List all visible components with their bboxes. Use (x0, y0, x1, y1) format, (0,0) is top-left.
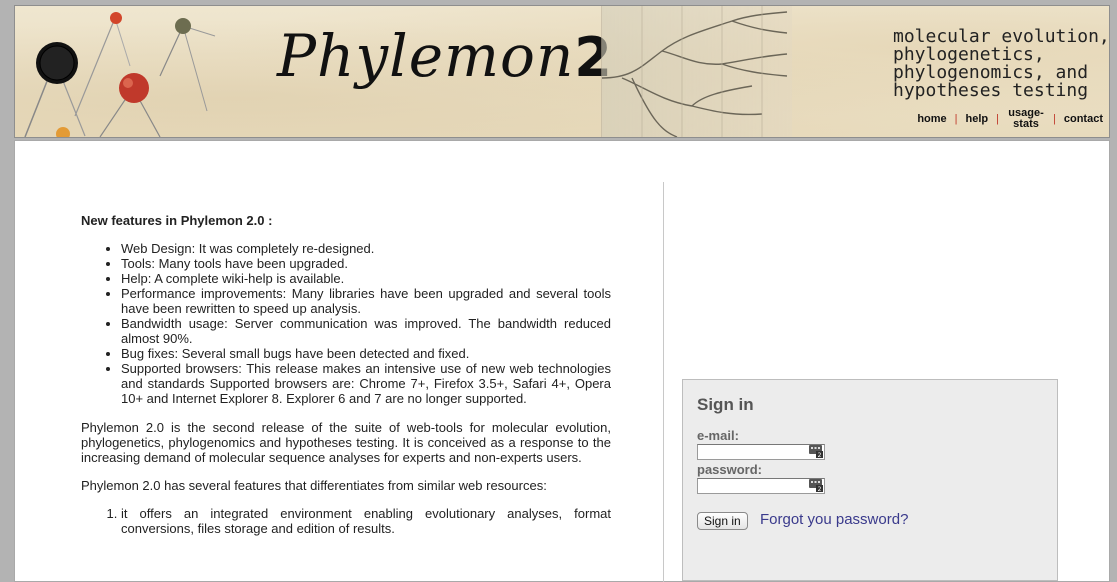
ordered-list-item: it offers an integrated environment enab… (121, 506, 611, 536)
signin-title: Sign in (697, 395, 754, 414)
tagline-line: hypotheses testing (893, 80, 1089, 101)
nav-usage-stats-link[interactable]: usage-stats (1007, 108, 1045, 130)
phylogenetic-tree-illustration (601, 6, 792, 137)
email-field[interactable] (697, 444, 825, 460)
logo-text: Phylemon (277, 22, 575, 90)
feature-item: Bandwidth usage: Server communication wa… (121, 316, 611, 346)
nav-contact-link[interactable]: contact (1064, 113, 1103, 125)
top-navigation: home | help | usage-stats | contact (917, 108, 1103, 130)
feature-item: Bug fixes: Several small bugs have been … (121, 346, 611, 361)
nav-help-link[interactable]: help (966, 113, 989, 125)
forgot-password-link[interactable]: Forgot you password? (760, 511, 908, 528)
nav-home-link[interactable]: home (917, 113, 946, 125)
site-tagline: molecular evolution, phylogenetics, phyl… (893, 28, 1109, 101)
password-label: password: (697, 462, 763, 477)
svg-text:2: 2 (818, 486, 822, 492)
site-logo[interactable]: Phylemon2 (277, 22, 613, 90)
nav-separator: | (996, 113, 1000, 125)
signin-panel: Sign in e-mail: 2 password: 2 Sign in Fo… (682, 379, 1058, 581)
email-label: e-mail: (697, 428, 739, 443)
intro-paragraph: Phylemon 2.0 is the second release of th… (81, 420, 611, 465)
password-manager-key-icon[interactable]: 2 (808, 478, 824, 493)
svg-text:2: 2 (818, 452, 822, 458)
feature-item: Web Design: It was completely re-designe… (121, 241, 611, 256)
column-divider (663, 182, 664, 582)
news-article: New features in Phylemon 2.0 : Web Desig… (81, 213, 611, 536)
main-content: New features in Phylemon 2.0 : Web Desig… (14, 140, 1110, 582)
feature-item: Supported browsers: This release makes a… (121, 361, 611, 406)
password-field[interactable] (697, 478, 825, 494)
nav-separator: | (954, 113, 958, 125)
nav-separator: | (1053, 113, 1056, 125)
features-intro-paragraph: Phylemon 2.0 has several features that d… (81, 478, 547, 493)
features-list: Web Design: It was completely re-designe… (81, 241, 611, 406)
features-ordered-list: it offers an integrated environment enab… (81, 506, 611, 536)
feature-item: Help: A complete wiki-help is available. (121, 271, 611, 286)
signin-button[interactable]: Sign in (697, 512, 748, 530)
header-banner: Phylemon2 molecular evolution, phylogene… (14, 5, 1110, 138)
features-heading: New features in Phylemon 2.0 : (81, 213, 273, 228)
feature-item: Performance improvements: Many libraries… (121, 286, 611, 316)
feature-item: Tools: Many tools have been upgraded. (121, 256, 611, 271)
password-manager-key-icon[interactable]: 2 (808, 444, 824, 459)
